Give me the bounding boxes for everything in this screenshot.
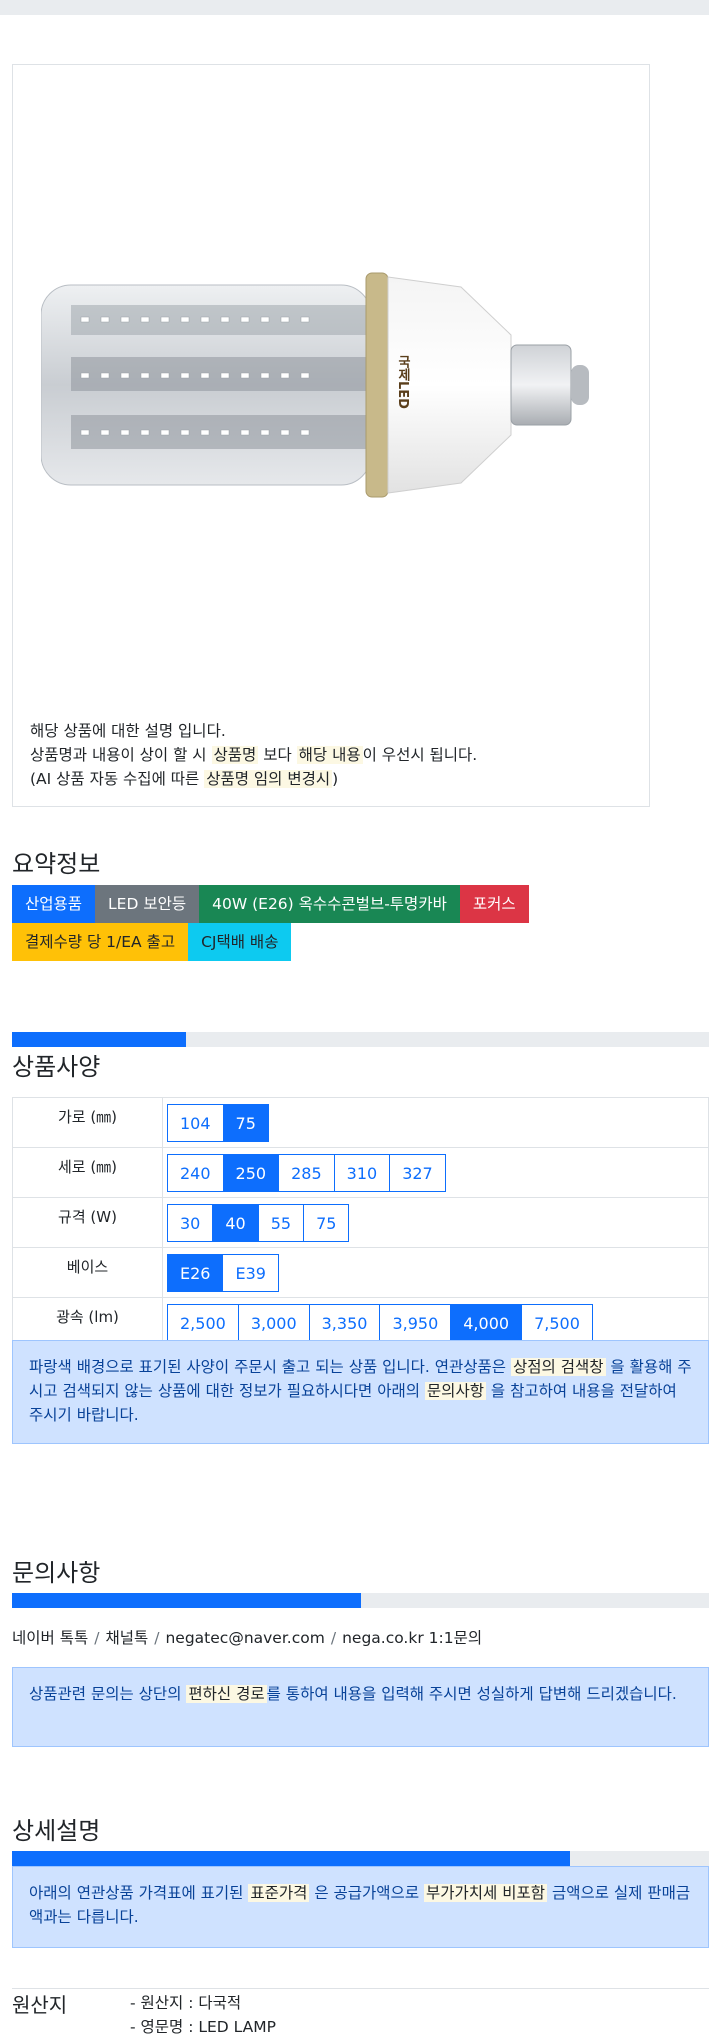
- highlight: 상품명: [211, 746, 259, 764]
- spec-option-button[interactable]: 3,950: [379, 1304, 452, 1342]
- inquiry-progress: [12, 1593, 709, 1608]
- top-bar: [0, 0, 709, 15]
- specs-notice: 파랑색 배경으로 표기된 사양이 주문시 출고 되는 상품 입니다. 연관상품은…: [12, 1340, 709, 1444]
- product-image-card: 국제LED 해당 상품에 대한 설명 입니다. 상품명과 내용이 상이 할 시 …: [12, 64, 650, 807]
- detail-title: 상세설명: [12, 1817, 101, 1845]
- spec-option-button[interactable]: 104: [167, 1104, 224, 1142]
- spec-option-button[interactable]: 240: [167, 1154, 224, 1192]
- origin-section: 원산지 - 원산지 : 다국적 - 영문명 : LED LAMP: [12, 1988, 709, 2036]
- email-link[interactable]: negatec@naver.com: [165, 1629, 324, 1647]
- spec-row: 세로 (㎜) 240 250 285 310 327: [12, 1147, 709, 1198]
- summary-badges-row1: 산업용품 LED 보안등 40W (E26) 옥수수콘벌브-투명카바 포커스: [12, 885, 529, 923]
- origin-item: - 영문명 : LED LAMP: [130, 2018, 276, 2036]
- spec-row: 규격 (W) 30 40 55 75: [12, 1197, 709, 1248]
- detail-progress-bar: [12, 1851, 570, 1866]
- inquiry-title: 문의사항: [12, 1559, 101, 1587]
- summary-title: 요약정보: [12, 850, 101, 878]
- spec-option-button[interactable]: 4,000: [450, 1304, 523, 1342]
- spec-row: 가로 (㎜) 104 75: [12, 1097, 709, 1148]
- specs-progress-bar: [12, 1032, 187, 1047]
- spec-option-button[interactable]: 327: [389, 1154, 446, 1192]
- summary-badges-row2: 결제수량 당 1/EA 출고 CJ택배 배송: [12, 923, 292, 961]
- channel-talk-link[interactable]: 채널톡: [105, 1629, 148, 1647]
- spec-option-button[interactable]: 285: [278, 1154, 335, 1192]
- spec-table: 가로 (㎜) 104 75 세로 (㎜) 240 250 285 310 327 규격 (W) 30…: [12, 1097, 709, 1348]
- lamp-label: 국제LED: [395, 355, 410, 409]
- brand-badge: 포커스: [459, 885, 529, 923]
- detail-progress: [12, 1851, 709, 1866]
- shipping-badge: CJ택배 배송: [188, 923, 292, 961]
- spec-option-button[interactable]: 75: [303, 1204, 350, 1242]
- description-line: 상품명과 내용이 상이 할 시 상품명 보다 해당 내용 이 우선시 됩니다.: [30, 746, 478, 764]
- spec-label: 규격 (W): [12, 1197, 163, 1248]
- inquiry-progress-bar: [12, 1593, 361, 1608]
- description-line: 해당 상품에 대한 설명 입니다.: [30, 722, 226, 740]
- product-description: 해당 상품에 대한 설명 입니다. 상품명과 내용이 상이 할 시 상품명 보다…: [30, 719, 477, 791]
- spec-option-button[interactable]: 40: [212, 1204, 259, 1242]
- spec-option-button[interactable]: 30: [167, 1204, 214, 1242]
- spec-option-button[interactable]: 3,350: [308, 1304, 381, 1342]
- highlight: 편하신 경로: [186, 1685, 267, 1703]
- naver-talk-link[interactable]: 네이버 톡톡: [12, 1629, 88, 1647]
- spec-option-button[interactable]: 7,500: [521, 1304, 593, 1342]
- product-image: [41, 272, 589, 498]
- specs-progress: [12, 1032, 709, 1047]
- highlight: 부가가치세 비포함: [424, 1884, 548, 1902]
- origin-item: - 원산지 : 다국적: [130, 1994, 242, 2012]
- description-line: (AI 상품 자동 수집에 따른 상품명 임의 변경시): [30, 770, 339, 788]
- spec-label: 가로 (㎜): [12, 1097, 163, 1148]
- detail-notice: 아래의 연관상품 가격표에 표기된 표준가격 은 공급가액으로 부가가치세 비포…: [12, 1866, 709, 1948]
- highlight: 상점의 검색창: [511, 1358, 606, 1376]
- spec-option-button[interactable]: 75: [222, 1104, 269, 1142]
- spec-options: E26 E39: [162, 1247, 709, 1298]
- product-name-badge: 40W (E26) 옥수수콘벌브-투명카바: [199, 885, 460, 923]
- highlight: 표준가격: [248, 1884, 310, 1902]
- specs-title: 상품사양: [12, 1053, 101, 1081]
- spec-option-button[interactable]: 310: [333, 1154, 391, 1192]
- spec-label: 베이스: [12, 1247, 163, 1298]
- spec-option-button[interactable]: 2,500: [167, 1304, 239, 1342]
- spec-option-button[interactable]: 55: [257, 1204, 305, 1242]
- highlight: 상품명 임의 변경시: [204, 770, 333, 788]
- origin-list: - 원산지 : 다국적 - 영문명 : LED LAMP: [130, 1991, 276, 2039]
- category-badge: 산업용품: [12, 885, 96, 923]
- spec-options: 104 75: [162, 1097, 709, 1148]
- spec-row: 베이스 E26 E39: [12, 1247, 709, 1298]
- spec-label: 세로 (㎜): [12, 1147, 163, 1198]
- spec-options: 240 250 285 310 327: [162, 1147, 709, 1198]
- origin-label: 원산지: [12, 1993, 68, 2017]
- inquiry-notice: 상품관련 문의는 상단의 편하신 경로 를 통하여 내용을 입력해 주시면 성실하…: [12, 1667, 709, 1747]
- highlight: 해당 내용: [296, 746, 363, 764]
- contact-links: 네이버 톡톡 / 채널톡 / negatec@naver.com / nega.co.kr …: [12, 1629, 483, 1647]
- site-inquiry-link[interactable]: nega.co.kr 1:1문의: [342, 1629, 482, 1647]
- spec-option-button[interactable]: E26: [167, 1254, 224, 1292]
- spec-option-button[interactable]: 3,000: [237, 1304, 310, 1342]
- spec-options: 30 40 55 75: [162, 1197, 709, 1248]
- subcategory-badge: LED 보안등: [95, 885, 200, 923]
- highlight: 문의사항: [424, 1382, 486, 1400]
- quantity-badge: 결제수량 당 1/EA 출고: [12, 923, 189, 961]
- spec-option-button[interactable]: E39: [222, 1254, 279, 1292]
- spec-option-button[interactable]: 250: [222, 1154, 280, 1192]
